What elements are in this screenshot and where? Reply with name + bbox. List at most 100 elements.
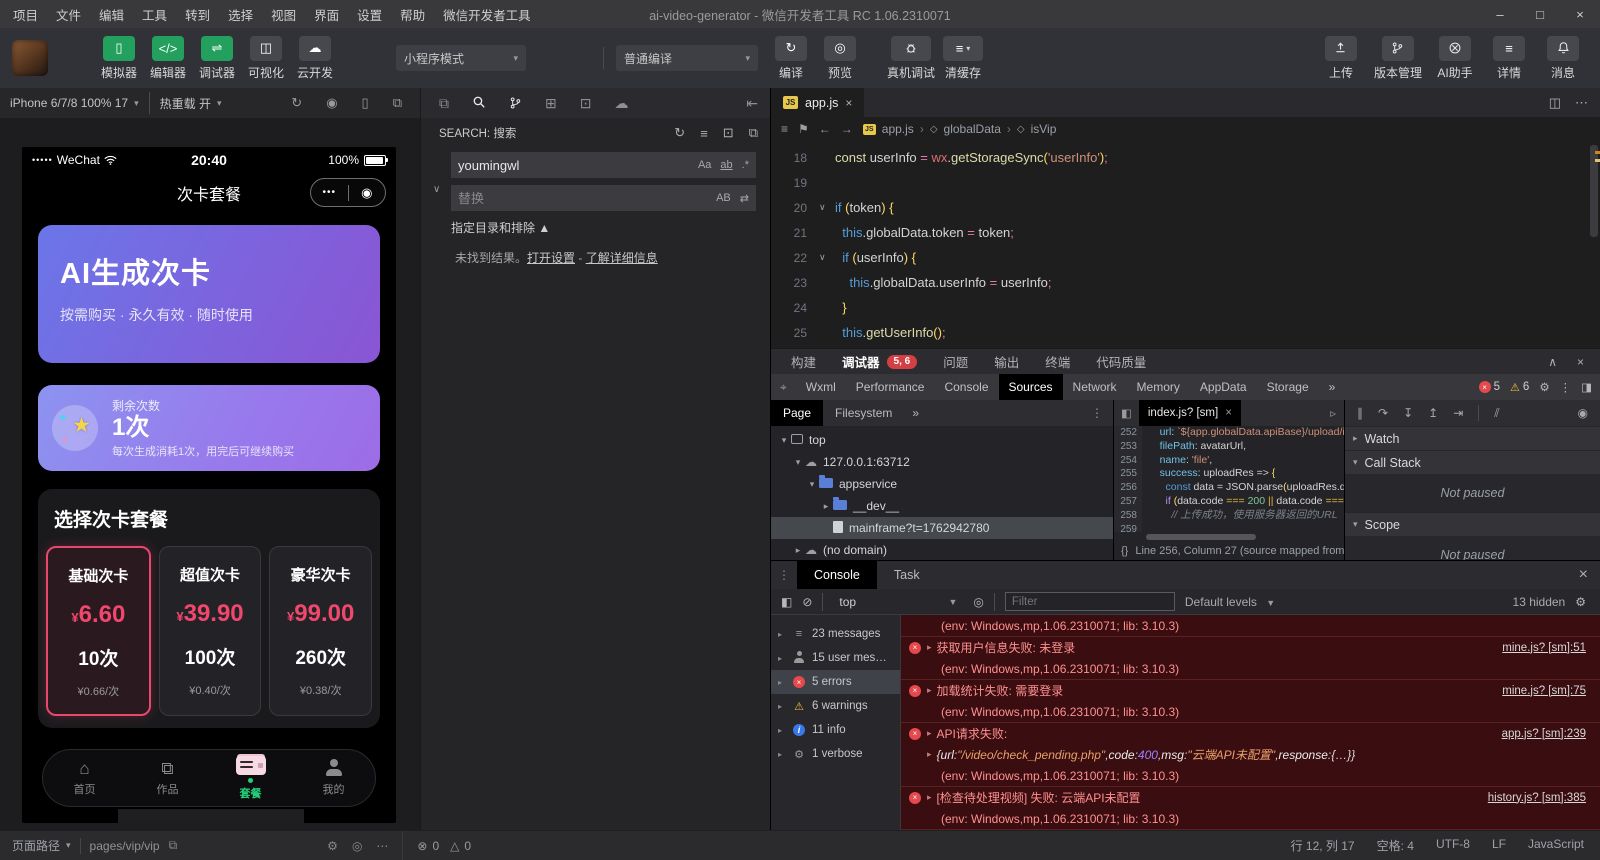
console-error-block[interactable]: (env: Windows,mp,1.06.2310071; lib: 3.10… — [901, 615, 1600, 637]
panel-tab-输出[interactable]: 输出 — [994, 352, 1019, 371]
phone-icon[interactable]: ▯ — [362, 95, 369, 111]
step-over-icon[interactable]: ↷ — [1378, 406, 1388, 420]
menu-item[interactable]: 帮助 — [391, 5, 434, 24]
status-item[interactable]: UTF-8 — [1436, 837, 1470, 854]
capsule-menu[interactable]: ••• ◉ — [310, 178, 386, 207]
tab-mine[interactable]: 我的 — [292, 750, 375, 806]
breadcrumb-item[interactable]: app.js — [882, 122, 914, 136]
status-item[interactable]: LF — [1492, 837, 1506, 854]
split-editor-icon[interactable]: ◫ — [1549, 95, 1561, 111]
newfile-icon[interactable]: ⊡ — [723, 125, 734, 141]
console-filter-list[interactable]: ▸≡23 messages — [771, 622, 900, 646]
problem-counters[interactable]: ⊗0 △0 — [417, 839, 471, 853]
devtools-tab-appdata[interactable]: AppData — [1190, 374, 1257, 400]
deactivate-breakpoints-icon[interactable]: ⫽ — [1494, 406, 1499, 421]
grid-icon[interactable]: ⊞ — [545, 95, 557, 112]
outline-icon[interactable]: ≡ — [781, 122, 788, 136]
match-case-toggle[interactable]: Aa — [698, 159, 711, 171]
simulator-button[interactable]: ▯模拟器 — [98, 36, 140, 81]
tree-item[interactable]: ▸☁(no domain) — [771, 539, 1113, 560]
step-out-icon[interactable]: ↥ — [1428, 406, 1438, 420]
pause-icon[interactable]: ∥ — [1357, 406, 1363, 420]
panel-tab-代码质量[interactable]: 代码质量 — [1096, 352, 1146, 371]
close-icon[interactable]: × — [1577, 355, 1584, 369]
package-card[interactable]: 超值次卡¥39.90100次¥0.40/次 — [159, 546, 262, 716]
clear-console-icon[interactable]: ⊘ — [802, 595, 812, 609]
devtools-tab-console[interactable]: Console — [934, 374, 998, 400]
record-icon[interactable]: ◎ — [352, 839, 362, 853]
tab-index-js[interactable]: index.js? [sm] × — [1139, 400, 1241, 426]
upload-button[interactable]: 上传 — [1320, 36, 1362, 81]
step-icon[interactable]: ⇥ — [1453, 406, 1463, 420]
navigator-tab-page[interactable]: Page — [771, 400, 823, 426]
tree-item[interactable]: ▾appservice — [771, 473, 1113, 495]
visualization-button[interactable]: ◫可视化 — [245, 36, 287, 81]
console-filter-warn[interactable]: ▸⚠6 warnings — [771, 694, 900, 718]
clear-cache-button[interactable]: ≡▾清缓存 — [942, 36, 984, 81]
console-error-block[interactable]: ×▸获取用户信息失败: 未登录mine.js? [sm]:51(env: Win… — [901, 637, 1600, 680]
branch-icon[interactable] — [509, 96, 522, 110]
menu-item[interactable]: 项目 — [4, 5, 47, 24]
menu-item[interactable]: 视图 — [262, 5, 305, 24]
whole-word-toggle[interactable]: ab — [720, 159, 732, 171]
console-filter-input[interactable] — [1005, 592, 1175, 611]
menu-item[interactable]: 选择 — [219, 5, 262, 24]
debug-status-icon[interactable]: ⚙ — [327, 839, 338, 853]
editor-button[interactable]: </>编辑器 — [147, 36, 189, 81]
menu-item[interactable]: 文件 — [47, 5, 90, 24]
console-filter-user[interactable]: ▸15 user mes… — [771, 646, 900, 670]
source-location-link[interactable]: history.js? [sm]:385 — [1488, 792, 1586, 804]
panel-tab-构建[interactable]: 构建 — [791, 352, 816, 371]
horizontal-scrollbar[interactable] — [1114, 532, 1344, 541]
source-code-view[interactable]: 252 url: `${app.globalData.apiBase}/uplo… — [1114, 426, 1344, 532]
page-path-select[interactable]: 页面路径▾ — [12, 837, 71, 854]
tabs-overflow[interactable]: » — [1319, 374, 1346, 400]
hot-reload-toggle[interactable]: 热重载 开▾ — [160, 95, 222, 112]
ai-assistant-button[interactable]: AI助手 — [1434, 36, 1476, 81]
kebab-menu-icon[interactable]: ⋮ — [1081, 400, 1113, 426]
console-error-block[interactable]: ×▸加载统计失败: 需要登录mine.js? [sm]:75(env: Wind… — [901, 680, 1600, 723]
tab-app-js[interactable]: JS app.js × — [771, 88, 864, 117]
status-item[interactable]: 空格: 4 — [1377, 837, 1414, 854]
pause-on-exceptions-icon[interactable]: ◉ — [1578, 406, 1588, 420]
console-settings-icon[interactable]: ⚙ — [1575, 595, 1586, 609]
status-item[interactable]: 行 12, 列 17 — [1291, 837, 1355, 854]
console-messages[interactable]: (env: Windows,mp,1.06.2310071; lib: 3.10… — [901, 615, 1600, 830]
collapse-panel-icon[interactable]: ∧ — [1548, 355, 1557, 369]
close-icon[interactable]: × — [845, 96, 852, 110]
devtools-tab-sources[interactable]: Sources — [999, 374, 1063, 400]
tab-task[interactable]: Task — [877, 561, 937, 589]
dock-side-icon[interactable]: ◨ — [1581, 380, 1592, 394]
more-icon[interactable]: ⋯ — [1575, 95, 1588, 111]
tab-works[interactable]: ⧉作品 — [126, 750, 209, 806]
refresh-icon[interactable]: ↻ — [291, 95, 302, 111]
console-filter-error[interactable]: ▸×5 errors — [771, 670, 900, 694]
more-icon[interactable]: ••• — [311, 187, 348, 198]
regex-toggle[interactable]: .* — [742, 159, 749, 171]
maximize-icon[interactable]: □ — [1520, 0, 1560, 28]
mode-select[interactable]: 小程序模式▾ — [396, 45, 526, 71]
compile-button[interactable]: ↻编译 — [770, 36, 812, 81]
more-icon[interactable]: ⋯ — [376, 839, 388, 853]
menu-item[interactable]: 设置 — [348, 5, 391, 24]
context-select[interactable]: top▼ — [833, 592, 963, 611]
console-filter-info[interactable]: ▸i11 info — [771, 718, 900, 742]
inspect-icon[interactable]: ⌖ — [771, 374, 796, 400]
debug-section-call-stack[interactable]: ▾Call Stack — [1345, 450, 1600, 474]
close-icon[interactable]: × — [1560, 0, 1600, 28]
tree-item[interactable]: mainframe?t=1762942780 — [771, 517, 1113, 539]
forward-icon[interactable]: → — [841, 122, 853, 136]
status-item[interactable]: JavaScript — [1528, 837, 1584, 854]
preserve-case-toggle[interactable]: AB — [716, 192, 731, 205]
kebab-menu-icon[interactable]: ⋮ — [1560, 380, 1572, 394]
close-icon[interactable]: × — [1567, 561, 1600, 589]
source-location-link[interactable]: mine.js? [sm]:51 — [1502, 642, 1586, 654]
device-select[interactable]: iPhone 6/7/8 100% 17▾ — [10, 96, 139, 110]
debugger-button[interactable]: ⇌调试器 — [196, 36, 238, 81]
devtools-tab-storage[interactable]: Storage — [1257, 374, 1319, 400]
tab-home[interactable]: ⌂首页 — [43, 750, 126, 806]
menu-item[interactable]: 界面 — [305, 5, 348, 24]
gear-icon[interactable]: ⚙ — [1539, 380, 1549, 394]
braces-icon[interactable]: {} — [1121, 545, 1128, 557]
clear-icon[interactable]: ≡ — [700, 125, 708, 141]
